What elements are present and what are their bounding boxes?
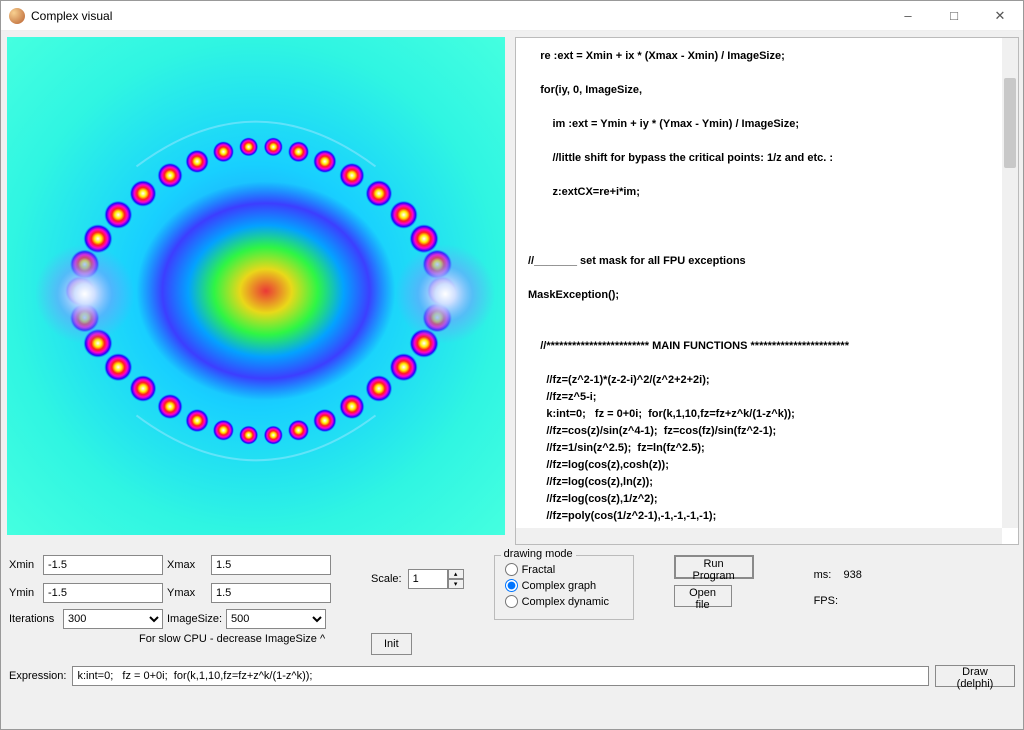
window-buttons: – □ ✕ [885,1,1023,30]
scale-input[interactable] [408,569,448,589]
radio-complex-dynamic[interactable]: Complex dynamic [505,595,623,608]
expression-row: Expression: Draw (delphi) [9,665,1015,687]
xmax-label: Xmax [167,559,207,571]
open-file-button[interactable]: Open file [674,585,732,607]
stats-panel: ms: 938 FPS: [814,569,862,607]
iterations-combo[interactable]: 300 [63,609,163,629]
window-title: Complex visual [31,9,885,23]
scale-label: Scale: [371,573,402,585]
minimize-button[interactable]: – [885,1,931,30]
ymin-input[interactable] [43,583,163,603]
scale-spinner[interactable]: ▴ ▾ [408,569,464,589]
app-window: Complex visual – □ ✕ [0,0,1024,730]
xmax-input[interactable] [211,555,331,575]
imagesize-label: ImageSize: [167,613,222,625]
source-code[interactable]: re :ext = Xmin + ix * (Xmax - Xmin) / Im… [516,38,1002,528]
code-panel: re :ext = Xmin + ix * (Xmax - Xmin) / Im… [515,37,1019,545]
complex-plot [7,37,505,535]
code-vscrollbar[interactable] [1002,38,1018,528]
maximize-button[interactable]: □ [931,1,977,30]
drawing-mode-group: drawing mode Fractal Complex graph Compl… [494,555,634,620]
controls-panel: Xmin Xmax Ymin Ymax Iterations 300 Image… [5,553,1019,689]
fps-label: FPS: [814,595,838,607]
code-hscrollbar[interactable] [516,528,1002,544]
xmin-input[interactable] [43,555,163,575]
ms-label: ms: [814,569,832,581]
scale-up-button[interactable]: ▴ [448,569,464,579]
close-button[interactable]: ✕ [977,1,1023,30]
app-icon [9,8,25,24]
ymin-label: Ymin [9,587,39,599]
plot-panel [7,37,505,535]
ymax-label: Ymax [167,587,207,599]
radio-complex-graph[interactable]: Complex graph [505,579,623,592]
draw-button[interactable]: Draw (delphi) [935,665,1015,687]
run-program-button[interactable]: Run Program [674,555,754,579]
scale-down-button[interactable]: ▾ [448,579,464,589]
titlebar[interactable]: Complex visual – □ ✕ [1,1,1023,31]
ymax-input[interactable] [211,583,331,603]
xmin-label: Xmin [9,559,39,571]
expression-input[interactable] [72,666,929,686]
expression-label: Expression: [9,670,66,682]
radio-fractal[interactable]: Fractal [505,563,623,576]
client-area: re :ext = Xmin + ix * (Xmax - Xmin) / Im… [1,31,1023,729]
upper-row: re :ext = Xmin + ix * (Xmax - Xmin) / Im… [5,35,1019,549]
init-button[interactable]: Init [371,633,412,655]
ms-value: 938 [844,569,862,581]
imagesize-combo[interactable]: 500 [226,609,326,629]
drawing-mode-legend: drawing mode [501,548,576,560]
iterations-label: Iterations [9,613,59,625]
imagesize-hint: For slow CPU - decrease ImageSize ^ [139,633,331,645]
